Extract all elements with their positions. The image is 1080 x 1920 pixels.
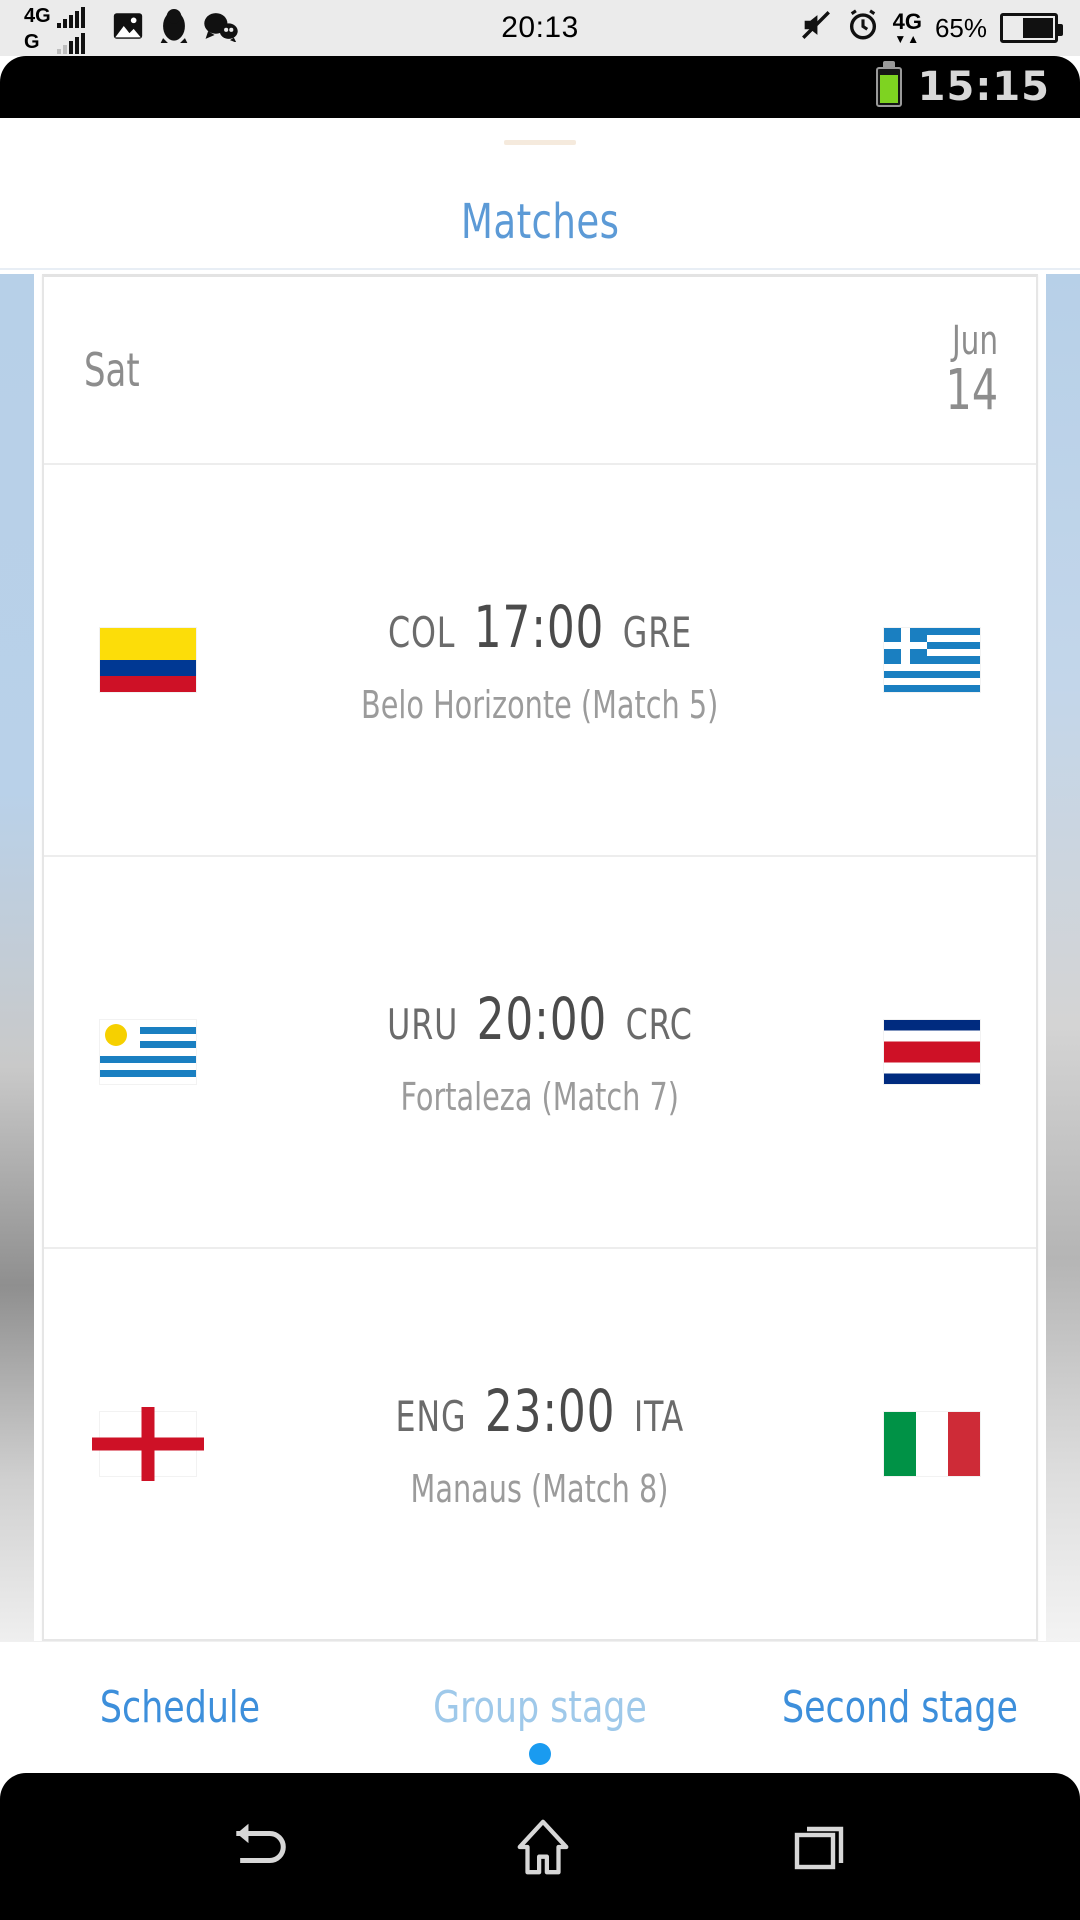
away-team-code: ITA xyxy=(634,1392,685,1441)
date-label: Jun 14 xyxy=(945,321,998,419)
battery-icon xyxy=(1000,13,1063,43)
tab-second-stage[interactable]: Second stage xyxy=(742,1682,1059,1733)
match-line: COL 17:00 GRE xyxy=(388,593,692,661)
pager-right-edge xyxy=(1046,274,1080,1641)
match-details: ENG 23:00 ITA Manaus (Match 8) xyxy=(218,1377,862,1511)
match-line: ENG 23:00 ITA xyxy=(396,1377,685,1445)
date-header: Sat Jun 14 xyxy=(44,277,1036,465)
host-status-bar: 4G G 20:13 4G ▼▲ 65% xyxy=(0,0,1080,56)
weekday-label: Sat xyxy=(84,343,140,397)
tab-schedule[interactable]: Schedule xyxy=(22,1682,339,1733)
home-flag xyxy=(78,1020,218,1084)
schedule-card-wrap: Sat Jun 14 COL 17:00 GRE Belo Horizonte … xyxy=(34,274,1046,1641)
schedule-card: Sat Jun 14 COL 17:00 GRE Belo Horizonte … xyxy=(42,274,1038,1641)
page-indicator-dot xyxy=(529,1743,551,1765)
match-line: URU 20:00 CRC xyxy=(387,985,693,1053)
uruguay-flag-icon xyxy=(100,1020,196,1084)
match-details: URU 20:00 CRC Fortaleza (Match 7) xyxy=(218,985,862,1119)
home-team-code: COL xyxy=(387,608,456,657)
page-title: Matches xyxy=(460,194,620,250)
inner-status-bar: 15:15 xyxy=(0,56,1080,118)
italy-flag-icon xyxy=(884,1412,980,1476)
app-header: Matches xyxy=(0,118,1080,270)
inner-clock: 15:15 xyxy=(917,64,1050,110)
day-label: 14 xyxy=(945,357,998,423)
england-flag-icon xyxy=(100,1412,196,1476)
host-clock: 20:13 xyxy=(501,11,579,44)
away-team-code: CRC xyxy=(625,1000,693,1049)
costa-rica-flag-icon xyxy=(884,1020,980,1084)
match-venue: Manaus (Match 8) xyxy=(411,1467,669,1511)
match-details: COL 17:00 GRE Belo Horizonte (Match 5) xyxy=(218,593,862,727)
home-flag xyxy=(78,1412,218,1476)
home-flag xyxy=(78,628,218,692)
bottom-tab-bar: Schedule Group stage Second stage xyxy=(0,1641,1080,1773)
kickoff-time: 20:00 xyxy=(476,985,608,1053)
kickoff-time: 17:00 xyxy=(473,593,605,661)
match-venue: Belo Horizonte (Match 5) xyxy=(361,683,719,727)
match-venue: Fortaleza (Match 7) xyxy=(400,1075,680,1119)
inner-battery-icon xyxy=(875,67,902,107)
home-icon[interactable] xyxy=(511,1816,575,1878)
match-row[interactable]: ENG 23:00 ITA Manaus (Match 8) xyxy=(44,1249,1036,1639)
kickoff-time: 23:00 xyxy=(485,1377,616,1445)
match-row[interactable]: URU 20:00 CRC Fortaleza (Match 7) xyxy=(44,857,1036,1249)
app-screen: Matches Sat Jun 14 COL 17:00 GRE Belo Ho… xyxy=(0,118,1080,1773)
home-team-code: URU xyxy=(387,1000,459,1049)
month-label: Jun xyxy=(951,318,998,365)
android-nav-bar xyxy=(0,1773,1080,1920)
header-ghost-decoration xyxy=(504,140,576,145)
away-flag xyxy=(862,1412,1002,1476)
tab-group-stage[interactable]: Group stage xyxy=(382,1682,699,1733)
home-team-code: ENG xyxy=(395,1392,467,1441)
away-flag xyxy=(862,628,1002,692)
schedule-pager[interactable]: Sat Jun 14 COL 17:00 GRE Belo Horizonte … xyxy=(0,270,1080,1641)
match-row[interactable]: COL 17:00 GRE Belo Horizonte (Match 5) xyxy=(44,465,1036,857)
pager-left-edge xyxy=(0,274,34,1641)
away-team-code: GRE xyxy=(622,608,693,657)
colombia-flag-icon xyxy=(100,628,196,692)
greece-flag-icon xyxy=(884,628,980,692)
recents-icon[interactable] xyxy=(789,1819,853,1875)
away-flag xyxy=(862,1020,1002,1084)
back-icon[interactable] xyxy=(227,1818,297,1876)
